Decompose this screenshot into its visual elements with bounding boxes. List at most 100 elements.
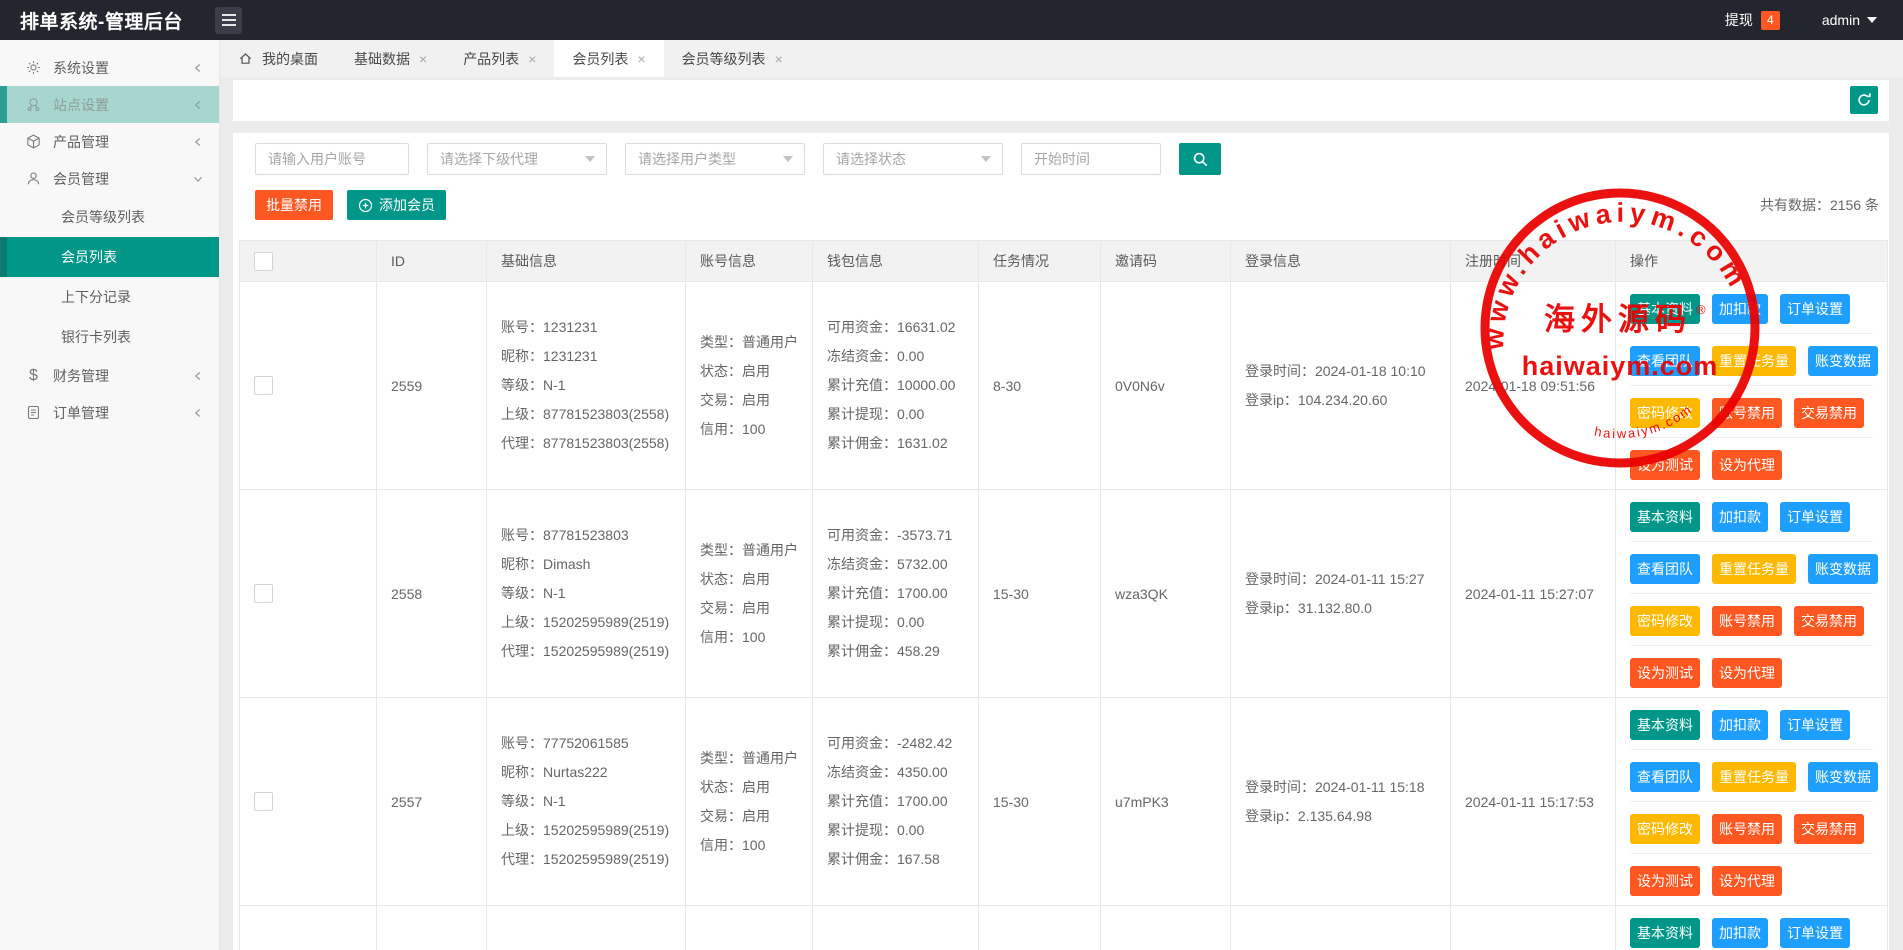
reset-tasks-button[interactable]: 重置任务量 [1712,346,1796,376]
chevron-left-icon [191,61,205,75]
chevron-left-icon [191,406,205,420]
reset-tasks-button[interactable]: 重置任务量 [1712,762,1796,792]
select-placeholder: 请选择状态 [836,149,906,169]
disable-account-button[interactable]: 账号禁用 [1712,398,1782,428]
invite-code-cell [1101,906,1231,950]
user-account-input[interactable] [255,143,409,175]
info-line: 等级：N-1 [501,579,677,608]
sidebar-subitem-member-level-list[interactable]: 会员等级列表 [0,197,219,237]
change-password-button[interactable]: 密码修改 [1630,814,1700,844]
refresh-button[interactable] [1850,86,1878,114]
reset-tasks-button[interactable]: 重置任务量 [1712,554,1796,584]
sidebar-item-system-settings[interactable]: 系统设置 [0,49,219,86]
basic-info-button[interactable]: 基本资料 [1630,710,1700,740]
sidebar-item-site-settings[interactable]: 站点设置 [0,86,219,123]
status-select[interactable]: 请选择状态 [823,143,1003,175]
info-line: 可用资金：-3573.71 [827,521,970,550]
set-agent-button[interactable]: 设为代理 [1712,866,1782,896]
column-label: ID [391,253,405,269]
add-member-button[interactable]: 添加会员 [347,190,446,220]
view-team-button[interactable]: 查看团队 [1630,554,1700,584]
user-type-select[interactable]: 请选择用户类型 [625,143,805,175]
main-panel: 请选择下级代理请选择用户类型请选择状态 批量禁用 添加会员 共有数据：2156 … [233,133,1889,950]
change-password-button[interactable]: 密码修改 [1630,606,1700,636]
view-team-button[interactable]: 查看团队 [1630,762,1700,792]
tab-close-icon[interactable]: × [775,52,783,66]
batch-disable-button[interactable]: 批量禁用 [255,190,333,220]
balance-records-button[interactable]: 账变数据 [1808,346,1878,376]
disable-trade-button[interactable]: 交易禁用 [1794,814,1864,844]
disable-trade-button[interactable]: 交易禁用 [1794,398,1864,428]
action-button-row: 密码修改账号禁用交易禁用 [1630,802,1873,854]
disable-account-button[interactable]: 账号禁用 [1712,606,1782,636]
table-header-row: ID基础信息账号信息钱包信息任务情况邀请码登录信息注册时间操作 [240,241,1888,282]
sidebar-item-label: 银行卡列表 [61,327,131,347]
select-all-checkbox[interactable] [254,252,273,271]
tab-close-icon[interactable]: × [528,52,536,66]
basic-info-button[interactable]: 基本资料 [1630,294,1700,324]
sidebar-subitem-bank-card-list[interactable]: 银行卡列表 [0,317,219,357]
change-password-button[interactable]: 密码修改 [1630,398,1700,428]
set-agent-button[interactable]: 设为代理 [1712,658,1782,688]
balance-records-button[interactable]: 账变数据 [1808,762,1878,792]
parent-agent-select[interactable]: 请选择下级代理 [427,143,607,175]
disable-account-button[interactable]: 账号禁用 [1712,814,1782,844]
invite-code-cell: u7mPK3 [1101,698,1231,906]
basic-info-button[interactable]: 基本资料 [1630,918,1700,948]
set-test-button[interactable]: 设为测试 [1630,450,1700,480]
sidebar-item-product-management[interactable]: 产品管理 [0,123,219,160]
user-menu[interactable]: admin [1822,12,1877,28]
task-status-cell: 15-30 [979,490,1101,698]
info-line: 交易：启用 [700,386,804,415]
order-settings-button[interactable]: 订单设置 [1780,294,1850,324]
order-settings-button[interactable]: 订单设置 [1780,918,1850,948]
header-right: 提现 4 admin [1725,10,1903,30]
tab-label: 会员等级列表 [682,49,766,69]
tab-member-list[interactable]: 会员列表× [554,40,663,77]
login-info-lines: 登录时间：2024-01-11 15:18登录ip：2.135.64.98 [1245,773,1442,831]
info-line: 等级：N-1 [501,371,677,400]
row-checkbox[interactable] [254,584,273,603]
start-time-input[interactable] [1021,143,1161,175]
set-test-button[interactable]: 设为测试 [1630,866,1700,896]
col-register-time: 注册时间 [1451,241,1616,282]
adjust-balance-button[interactable]: 加扣款 [1712,502,1768,532]
toolbar-strip [233,80,1889,121]
hamburger-menu-icon[interactable] [215,7,242,34]
info-line: 登录ip：104.234.20.60 [1245,386,1442,415]
row-checkbox[interactable] [254,376,273,395]
adjust-balance-button[interactable]: 加扣款 [1712,710,1768,740]
adjust-balance-button[interactable]: 加扣款 [1712,918,1768,948]
view-team-button[interactable]: 查看团队 [1630,346,1700,376]
sidebar-subitem-member-list[interactable]: 会员列表 [0,237,219,277]
withdraw-link[interactable]: 提现 [1725,10,1753,30]
top-header: 排单系统-管理后台 提现 4 admin [0,0,1903,40]
tab-my-desktop[interactable]: 我的桌面 [220,40,336,77]
set-agent-button[interactable]: 设为代理 [1712,450,1782,480]
basic-info-button[interactable]: 基本资料 [1630,502,1700,532]
sidebar-subitem-updown-records[interactable]: 上下分记录 [0,277,219,317]
column-label: 操作 [1630,253,1658,269]
order-settings-button[interactable]: 订单设置 [1780,502,1850,532]
search-button[interactable] [1179,143,1221,175]
action-button-row: 查看团队重置任务量账变数据 [1630,542,1873,594]
sidebar-item-order-management[interactable]: 订单管理 [0,394,219,431]
row-checkbox[interactable] [254,792,273,811]
account-info-cell: 类型：普通用户状态：启用交易：启用信用：100 [686,490,813,698]
info-line: 累计提现：0.00 [827,608,970,637]
tab-product-list[interactable]: 产品列表× [445,40,554,77]
set-test-button[interactable]: 设为测试 [1630,658,1700,688]
adjust-balance-button[interactable]: 加扣款 [1712,294,1768,324]
tab-member-level-list[interactable]: 会员等级列表 × [664,40,801,77]
order-settings-button[interactable]: 订单设置 [1780,710,1850,740]
balance-records-button[interactable]: 账变数据 [1808,554,1878,584]
tab-close-icon[interactable]: × [637,52,645,66]
sidebar-item-member-management[interactable]: 会员管理 [0,160,219,197]
disable-trade-button[interactable]: 交易禁用 [1794,606,1864,636]
info-line: 代理：15202595989(2519) [501,845,677,874]
info-line: 冻结资金：5732.00 [827,550,970,579]
tab-basic-data[interactable]: 基础数据× [336,40,445,77]
tab-close-icon[interactable]: × [419,52,427,66]
sidebar-item-finance-management[interactable]: $财务管理 [0,357,219,394]
withdraw-count-badge[interactable]: 4 [1761,11,1780,30]
